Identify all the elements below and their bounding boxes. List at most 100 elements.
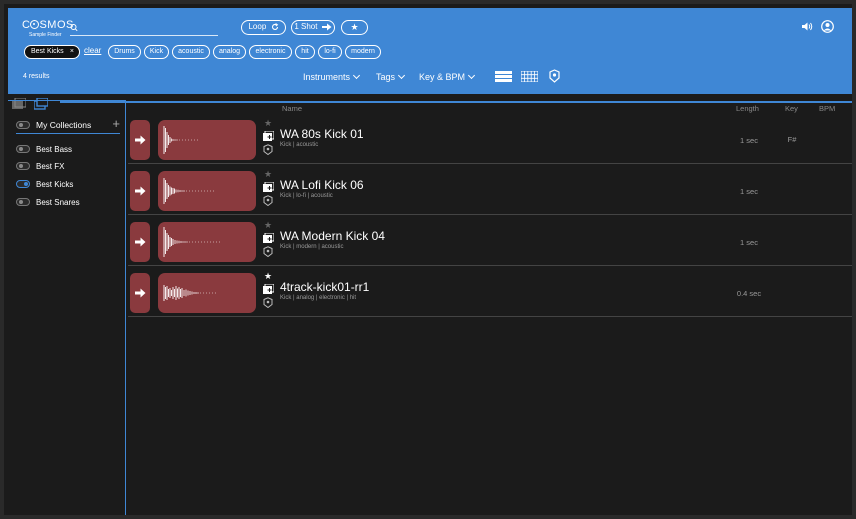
- waveform-graphic: [163, 178, 214, 204]
- search-input[interactable]: [82, 21, 216, 35]
- tag-chip-acoustic[interactable]: acoustic: [172, 45, 210, 59]
- collection-label: Best Kicks: [36, 180, 74, 189]
- instruments-label: Instruments: [303, 72, 351, 82]
- logo-subtitle: Sample Finder: [29, 32, 62, 38]
- tag-chip-lofi[interactable]: lo-fi: [318, 45, 342, 59]
- header-bar: C SMOS Sample Finder Loop 1 Shot ★ Best …: [8, 8, 852, 94]
- add-to-collection-icon[interactable]: [263, 182, 274, 192]
- favorites-filter-button[interactable]: ★: [341, 20, 368, 35]
- waveform[interactable]: [158, 120, 256, 160]
- tag-chip-electronic[interactable]: electronic: [249, 45, 292, 59]
- tag-icon[interactable]: [263, 144, 273, 155]
- instruments-menu[interactable]: Instruments: [303, 71, 361, 82]
- loop-button[interactable]: Loop: [241, 20, 286, 35]
- play-icon: [135, 135, 146, 145]
- collection-item-best-kicks[interactable]: Best Kicks: [16, 179, 73, 191]
- add-collection-button[interactable]: +: [112, 116, 120, 131]
- sample-tags: Kick | analog | electronic | hit: [280, 295, 357, 301]
- sample-row[interactable]: ★ WA Lofi Kick 06 Kick | lo-fi | acousti…: [128, 167, 852, 215]
- sample-length: 0.4 sec: [736, 289, 762, 298]
- waveform[interactable]: [158, 222, 256, 262]
- logo-text: C SMOS: [22, 19, 74, 31]
- tag-icon[interactable]: [263, 297, 273, 308]
- column-header-name[interactable]: Name: [282, 104, 302, 113]
- volume-icon[interactable]: [802, 22, 813, 31]
- key-bpm-label: Key & BPM: [419, 72, 466, 82]
- collection-label: Best Bass: [36, 145, 73, 154]
- tag-chip-analog[interactable]: analog: [213, 45, 246, 59]
- collection-toggle[interactable]: [16, 144, 30, 153]
- list-view-icon[interactable]: [495, 71, 512, 82]
- loop-icon: [271, 23, 278, 30]
- tag-chip-kick[interactable]: Kick: [144, 45, 169, 59]
- favorite-star-icon[interactable]: ★: [264, 220, 272, 231]
- tag-chip-drums[interactable]: Drums: [108, 45, 141, 59]
- column-header-bpm[interactable]: BPM: [819, 104, 835, 113]
- tags-menu[interactable]: Tags: [376, 71, 406, 82]
- sample-length: 1 sec: [740, 136, 758, 145]
- chevron-down-icon: [352, 71, 361, 80]
- sample-tags: Kick | modern | acoustic: [280, 244, 344, 250]
- sample-title[interactable]: WA Lofi Kick 06: [280, 178, 364, 192]
- loop-label: Loop: [248, 22, 267, 31]
- tag-filter-icon[interactable]: [548, 69, 561, 83]
- sample-row[interactable]: ★ WA Modern Kick 04 Kick | modern | acou…: [128, 218, 852, 266]
- app-window: C SMOS Sample Finder Loop 1 Shot ★ Best …: [0, 0, 856, 519]
- one-shot-button[interactable]: 1 Shot: [291, 20, 335, 35]
- waveform[interactable]: [158, 171, 256, 211]
- clear-filters-link[interactable]: clear: [84, 46, 101, 55]
- add-to-collection-icon[interactable]: [263, 131, 274, 141]
- one-shot-label: 1 Shot: [294, 22, 318, 31]
- collection-label: Best FX: [36, 162, 65, 171]
- favorite-star-icon[interactable]: ★: [264, 118, 272, 129]
- tag-icon[interactable]: [263, 195, 273, 206]
- add-to-collection-icon[interactable]: [263, 233, 274, 243]
- active-filter-label: Best Kicks: [31, 48, 64, 55]
- sample-title[interactable]: WA 80s Kick 01: [280, 127, 364, 141]
- sample-length: 1 sec: [740, 238, 758, 247]
- tag-chip-modern[interactable]: modern: [345, 45, 381, 59]
- collection-item-best-snares[interactable]: Best Snares: [16, 197, 80, 209]
- play-icon: [135, 288, 146, 298]
- waveform[interactable]: [158, 273, 256, 313]
- user-icon[interactable]: [821, 20, 834, 33]
- arrow-right-icon: [321, 23, 332, 31]
- collection-toggle[interactable]: [16, 161, 30, 170]
- star-icon: ★: [350, 22, 359, 32]
- sample-tags: Kick | acoustic: [280, 142, 319, 148]
- sample-row[interactable]: ★ 4track-kick01-rr1 Kick | analog | elec…: [128, 269, 852, 317]
- play-button[interactable]: [130, 120, 150, 160]
- sample-title[interactable]: WA Modern Kick 04: [280, 229, 385, 243]
- search-box[interactable]: [70, 20, 218, 36]
- key-bpm-menu[interactable]: Key & BPM: [419, 71, 476, 82]
- app-logo[interactable]: C SMOS Sample Finder: [22, 19, 74, 38]
- collection-toggle[interactable]: [16, 179, 30, 188]
- results-count: 4 results: [23, 73, 50, 80]
- sample-row[interactable]: ★ WA 80s Kick 01 Kick | acoustic 1 sec F…: [128, 116, 852, 164]
- play-icon: [135, 237, 146, 247]
- add-to-collection-icon[interactable]: [263, 284, 274, 294]
- collection-toggle[interactable]: [16, 197, 30, 206]
- remove-filter-icon[interactable]: ×: [70, 46, 74, 57]
- column-header-length[interactable]: Length: [736, 104, 759, 113]
- collections-underline: [16, 133, 120, 134]
- collection-item-best-fx[interactable]: Best FX: [16, 161, 64, 173]
- tags-label: Tags: [376, 72, 396, 82]
- favorite-star-icon[interactable]: ★: [264, 169, 272, 180]
- collection-label: Best Snares: [36, 198, 80, 207]
- content-divider: [60, 101, 852, 103]
- play-button[interactable]: [130, 273, 150, 313]
- sample-title[interactable]: 4track-kick01-rr1: [280, 280, 369, 294]
- tag-icon[interactable]: [263, 246, 273, 257]
- waveform-graphic: [163, 126, 198, 154]
- play-button[interactable]: [130, 222, 150, 262]
- play-button[interactable]: [130, 171, 150, 211]
- column-header-key[interactable]: Key: [785, 104, 798, 113]
- sample-length: 1 sec: [740, 187, 758, 196]
- active-filter-chip[interactable]: Best Kicks ×: [24, 45, 80, 59]
- collections-toggle[interactable]: [16, 120, 30, 129]
- collection-item-best-bass[interactable]: Best Bass: [16, 144, 72, 156]
- tag-chip-hit[interactable]: hit: [295, 45, 315, 59]
- favorite-star-icon[interactable]: ★: [264, 271, 272, 282]
- grid-view-icon[interactable]: [521, 71, 538, 82]
